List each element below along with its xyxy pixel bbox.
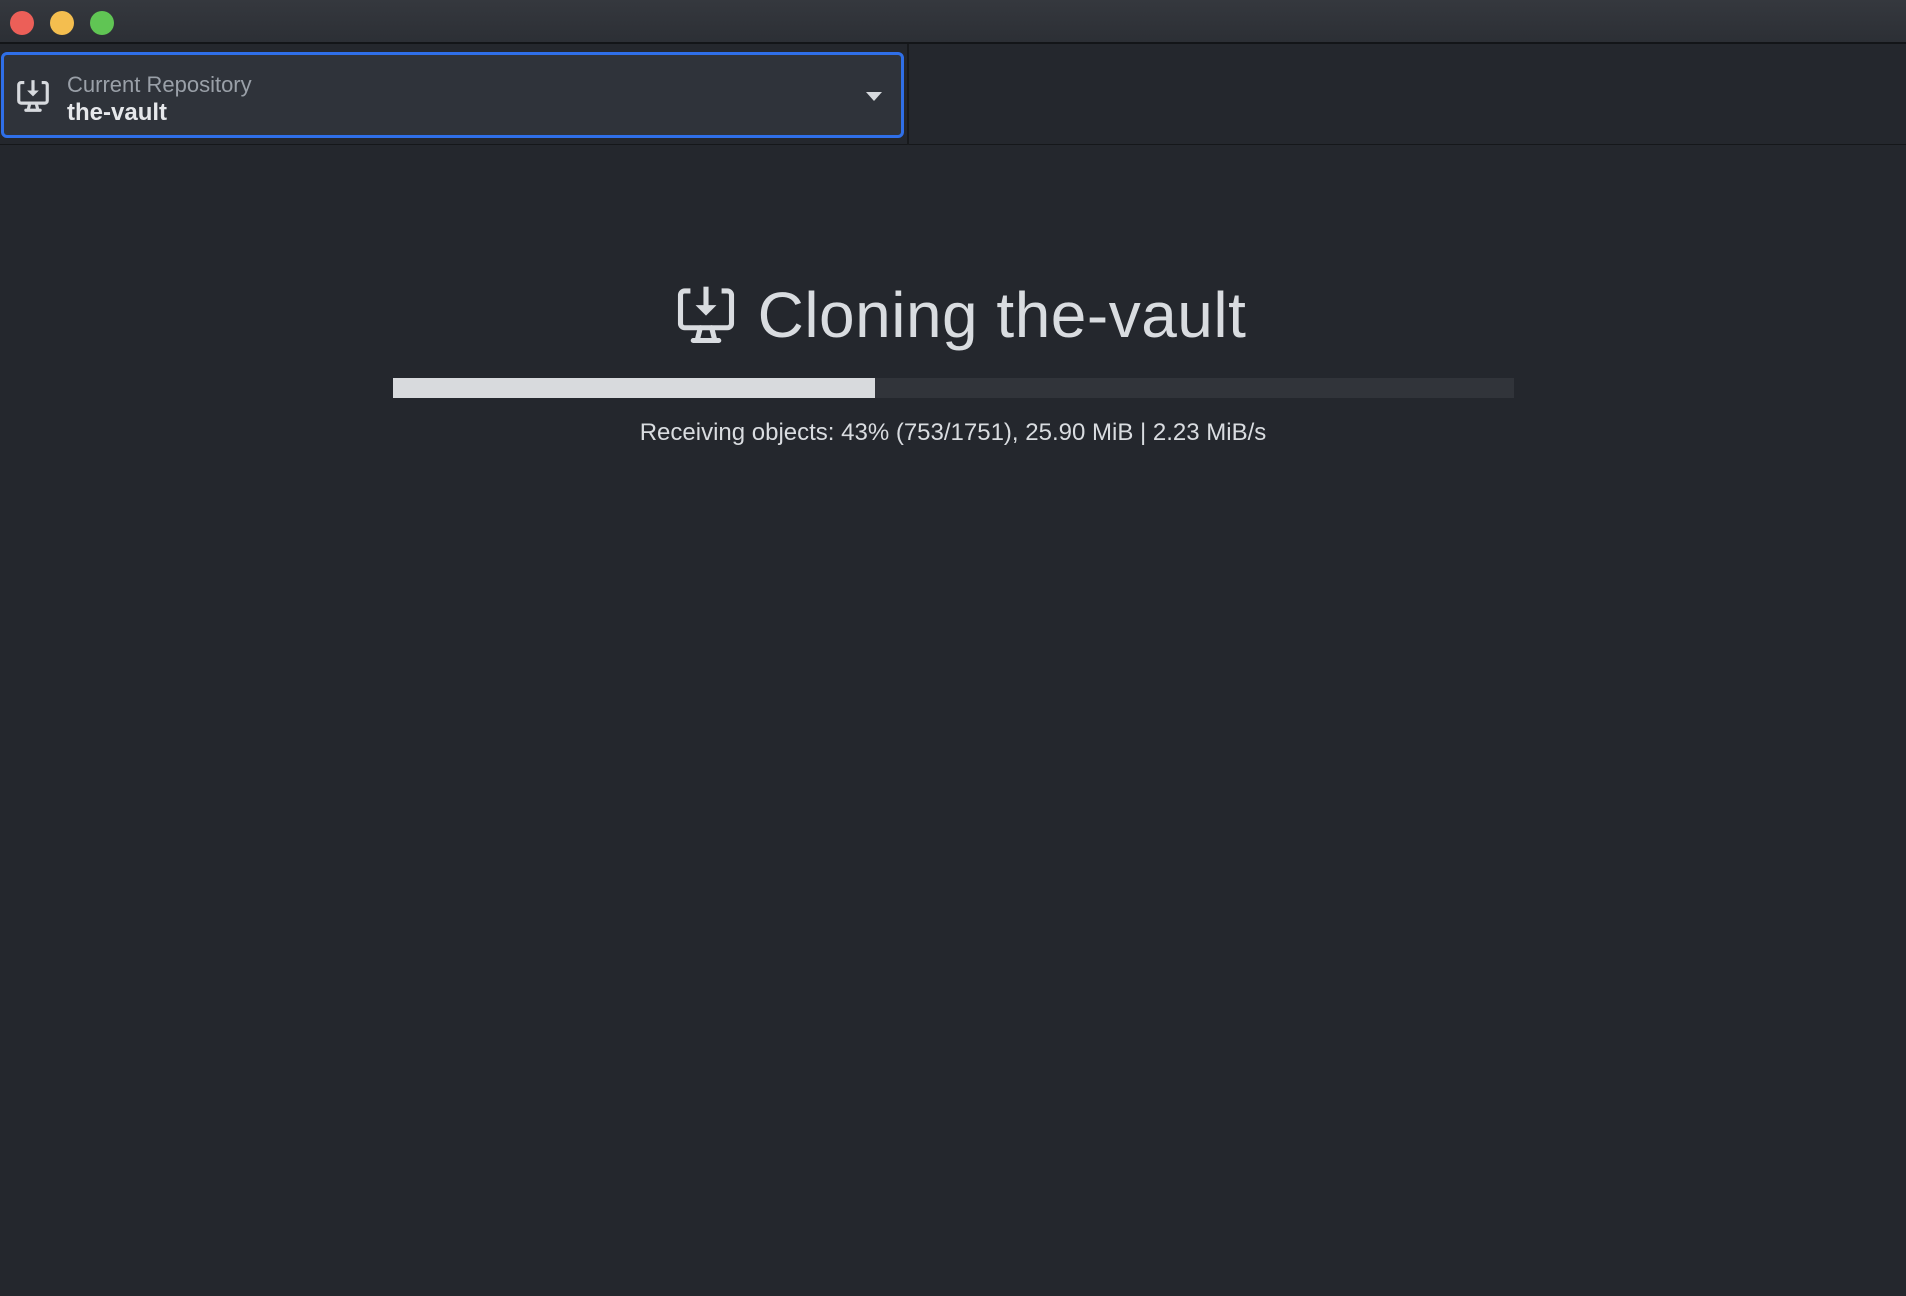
current-repository-name: the-vault	[67, 99, 168, 126]
toolbar: Current Repository the-vault	[0, 44, 1906, 145]
current-repository-caption: Current Repository	[67, 72, 252, 97]
clone-progress-text: Receiving objects: 43% (753/1751), 25.90…	[639, 419, 1267, 446]
clone-header: Cloning the-vault	[0, 275, 1906, 355]
current-repository-button[interactable]: Current Repository the-vault	[1, 52, 904, 138]
repo-clone-icon	[677, 286, 734, 344]
clone-progress-fill	[393, 378, 876, 398]
clone-progress-bar	[393, 378, 1514, 398]
minimize-window-button[interactable]	[50, 11, 74, 35]
chevron-down-icon	[866, 92, 882, 101]
toolbar-divider	[907, 44, 909, 145]
zoom-window-button[interactable]	[90, 11, 114, 35]
clone-title: Cloning the-vault	[757, 279, 1247, 351]
repo-clone-icon	[17, 80, 49, 112]
app-window: Current Repository the-vault Cloning the…	[0, 0, 1906, 1296]
close-window-button[interactable]	[10, 11, 34, 35]
title-bar	[0, 0, 1906, 44]
